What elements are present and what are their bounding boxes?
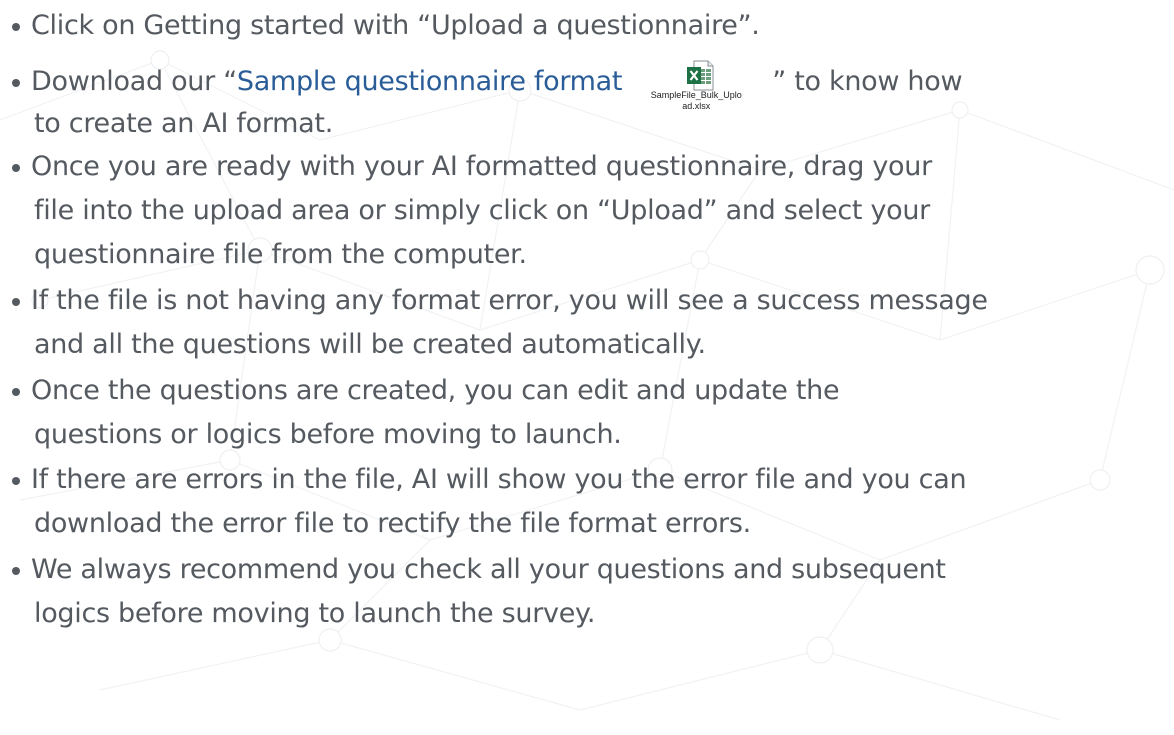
step-text: If the file is not having any format err… bbox=[31, 285, 988, 316]
bullet-dot bbox=[12, 388, 20, 396]
step-text: download the error file to rectify the f… bbox=[34, 508, 751, 539]
step-text: Download our “Sample questionnaire forma… bbox=[12, 60, 1162, 111]
bullet-dot bbox=[12, 79, 20, 87]
list-item: Once the questions are created, you can … bbox=[12, 369, 1162, 457]
excel-file-icon bbox=[687, 60, 714, 91]
list-item: Download our “Sample questionnaire forma… bbox=[12, 60, 1162, 146]
step-text-suffix: ” to know how bbox=[772, 66, 963, 97]
bullet-dot bbox=[12, 298, 20, 306]
bullet-dot bbox=[12, 567, 20, 575]
bullet-dot bbox=[12, 164, 20, 172]
step-text: to create an AI format. bbox=[34, 108, 333, 139]
instructions-content: Click on Getting started with “Upload a … bbox=[0, 0, 1174, 735]
step-text: Once you are ready with your AI formatte… bbox=[31, 151, 932, 182]
attachment-filename: SampleFile_Bulk_Uplo ad.xlsx bbox=[650, 90, 742, 111]
step-text-prefix: Download our “ bbox=[31, 66, 237, 97]
step-text: questions or logics before moving to lau… bbox=[34, 419, 622, 450]
list-item: If there are errors in the file, AI will… bbox=[12, 458, 1162, 546]
step-text: We always recommend you check all your q… bbox=[31, 554, 946, 585]
sample-format-link[interactable]: Sample questionnaire format bbox=[237, 66, 623, 97]
step-text: logics before moving to launch the surve… bbox=[34, 598, 596, 629]
bullet-dot bbox=[12, 23, 20, 31]
list-item: Once you are ready with your AI formatte… bbox=[12, 145, 1162, 277]
list-item: If the file is not having any format err… bbox=[12, 279, 1162, 367]
sample-file-attachment[interactable]: SampleFile_Bulk_Uplo ad.xlsx bbox=[622, 60, 772, 111]
bullet-dot bbox=[12, 477, 20, 485]
step-text: file into the upload area or simply clic… bbox=[34, 195, 930, 226]
step-text: If there are errors in the file, AI will… bbox=[31, 464, 967, 495]
step-text: Once the questions are created, you can … bbox=[31, 375, 840, 406]
step-text: questionnaire file from the computer. bbox=[34, 239, 527, 270]
step-text: and all the questions will be created au… bbox=[34, 329, 706, 360]
list-item: Click on Getting started with “Upload a … bbox=[12, 4, 1162, 48]
list-item: We always recommend you check all your q… bbox=[12, 548, 1162, 636]
step-text: Click on Getting started with “Upload a … bbox=[31, 10, 760, 41]
